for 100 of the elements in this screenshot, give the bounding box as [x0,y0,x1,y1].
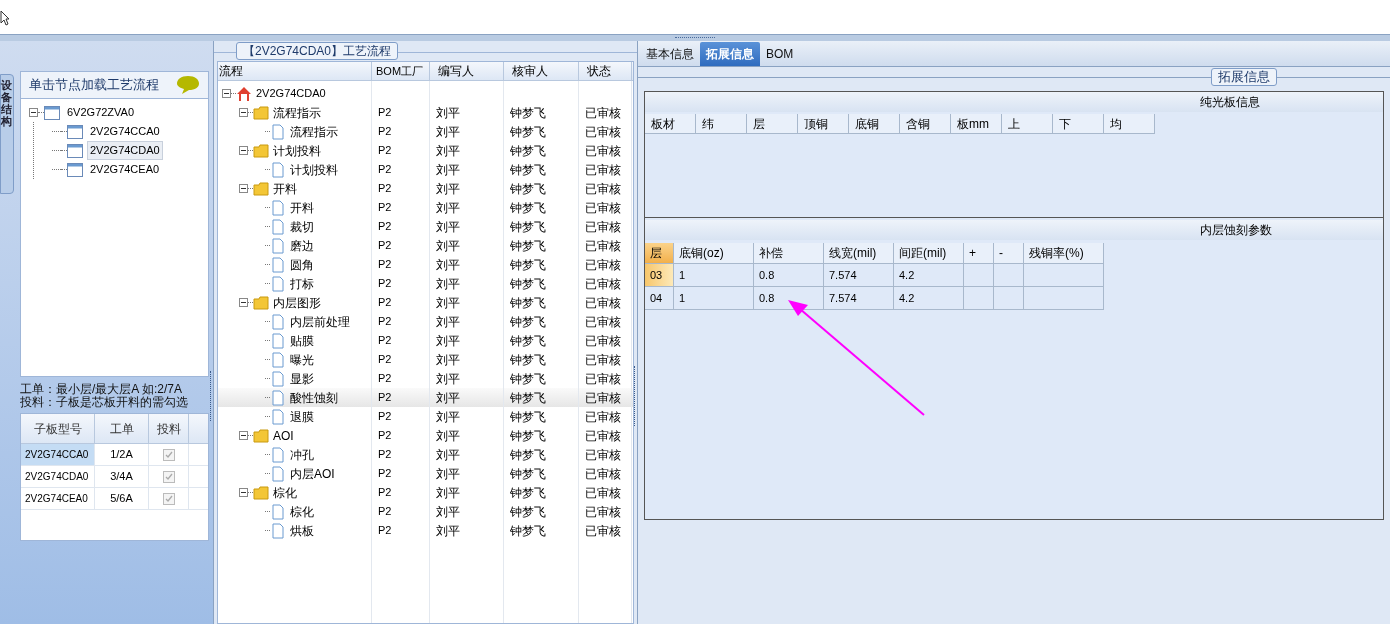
column-header[interactable]: 板mm [951,114,1002,134]
tree-item[interactable]: 内层前处理 [290,312,350,331]
table-cell: 已审核 [579,445,632,464]
section-title: 纯光板信息 [1200,94,1260,111]
table-cell: 刘平 [430,312,504,331]
tab[interactable]: BOM [760,42,800,66]
tab[interactable]: 拓展信息 [700,42,760,66]
column-header[interactable]: 编写人 [430,62,504,80]
tree-item[interactable]: 计划投料 [273,141,321,160]
document-icon [270,370,286,387]
table-cell: 已审核 [579,293,632,312]
tree-item[interactable]: 贴膜 [290,331,314,350]
section-title: 内层蚀刻参数 [1200,222,1272,239]
window-icon [44,104,60,121]
table-cell[interactable]: 2V2G74CEA0 [21,488,95,509]
house-icon [236,85,252,102]
column-header[interactable]: 间距(mil) [894,243,964,264]
table-cell: 已审核 [579,198,632,217]
collapse-icon[interactable] [239,488,248,497]
tree-item[interactable]: AOI [273,426,294,445]
table-cell: 已审核 [579,407,632,426]
tree-item[interactable]: 显影 [290,369,314,388]
tree-item[interactable]: 打标 [290,274,314,293]
collapse-icon[interactable] [239,431,248,440]
collapse-icon[interactable] [222,89,231,98]
tree-item[interactable]: 开料 [273,179,297,198]
tree-item[interactable]: 内层AOI [290,464,335,483]
tree-item[interactable]: 裁切 [290,217,314,236]
folder-icon [253,180,269,197]
tab[interactable]: 基本信息 [640,42,700,66]
table-cell: P2 [372,350,430,369]
document-icon [270,237,286,254]
column-header[interactable]: 子板型号 [21,414,95,443]
column-header[interactable]: 底铜(oz) [674,243,754,264]
tree-item[interactable]: 2V2G74CEA0 [87,160,163,179]
column-header[interactable]: 线宽(mil) [824,243,894,264]
column-header[interactable]: 下 [1053,114,1104,134]
table-cell: 钟梦飞 [504,179,579,198]
collapse-icon[interactable] [239,108,248,117]
tree-item[interactable]: 计划投料 [290,160,338,179]
checkbox[interactable] [162,448,175,461]
collapse-icon[interactable] [239,298,248,307]
table-cell[interactable]: 2V2G74CDA0 [21,466,95,487]
column-header[interactable]: 上 [1002,114,1053,134]
column-header[interactable]: 顶铜 [798,114,849,134]
column-header[interactable]: 核审人 [504,62,579,80]
table-cell: 1/2A [95,444,149,465]
folder-icon [253,104,269,121]
table-cell: P2 [372,255,430,274]
tree-item[interactable]: 流程指示 [273,103,321,122]
column-header[interactable]: 均 [1104,114,1155,134]
column-header[interactable]: 流程 [218,62,372,80]
tree-item[interactable]: 退膜 [290,407,314,426]
column-header[interactable]: 层 [645,243,674,264]
tree-item[interactable]: 酸性蚀刻 [290,388,338,407]
checkbox[interactable] [162,470,175,483]
tree-item[interactable]: 流程指示 [290,122,338,141]
column-header[interactable]: 纬 [696,114,747,134]
table-cell: P2 [372,103,430,122]
tree-item[interactable]: 圆角 [290,255,314,274]
table-cell: 7.574 [824,287,894,310]
column-header[interactable]: 底铜 [849,114,900,134]
tree-item[interactable]: 2V2G74CDA0 [87,141,163,160]
tree-item[interactable]: 冲孔 [290,445,314,464]
table-cell: 刘平 [430,445,504,464]
splitter-handle[interactable] [675,36,715,40]
table-cell: P2 [372,388,430,407]
tree-item[interactable]: 2V2G74CCA0 [87,122,163,141]
column-header[interactable]: - [994,243,1024,264]
table-cell[interactable]: 2V2G74CCA0 [21,444,95,465]
column-header[interactable]: 含铜 [900,114,951,134]
column-header[interactable]: 投料 [149,414,189,443]
tree-item[interactable]: 磨边 [290,236,314,255]
column-header[interactable]: 板材 [645,114,696,134]
tree-item[interactable]: 内层图形 [273,293,321,312]
tree-item[interactable]: 2V2G74CDA0 [256,85,326,102]
column-header[interactable]: 补偿 [754,243,824,264]
column-header[interactable]: 层 [747,114,798,134]
tree-item[interactable]: 棕化 [290,502,314,521]
column-header[interactable]: BOM工厂 [372,62,430,80]
column-header[interactable]: 工单 [95,414,149,443]
collapse-icon[interactable] [239,146,248,155]
collapse-icon[interactable] [239,184,248,193]
table-cell: P2 [372,236,430,255]
column-header[interactable]: 状态 [579,62,632,80]
table-cell: 钟梦飞 [504,331,579,350]
tree-item[interactable]: 6V2G72ZVA0 [64,103,138,122]
column-header[interactable]: + [964,243,994,264]
document-icon [270,275,286,292]
tree-item[interactable]: 烘板 [290,521,314,540]
table-cell: P2 [372,407,430,426]
hint-text: 工单：最小层/最大层A 如:2/7A [20,383,184,396]
column-header[interactable]: 残铜率(%) [1024,243,1104,264]
collapse-icon[interactable] [29,108,38,117]
tree-item[interactable]: 棕化 [273,483,297,502]
vertical-tab[interactable]: 设备结构 [0,74,14,194]
checkbox[interactable] [162,492,175,505]
tree-item[interactable]: 曝光 [290,350,314,369]
table-cell: 钟梦飞 [504,388,579,407]
tree-item[interactable]: 开料 [290,198,314,217]
